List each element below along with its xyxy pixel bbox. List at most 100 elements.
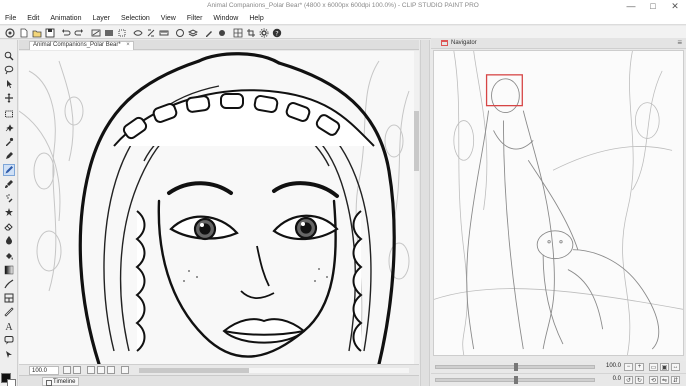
redo-icon[interactable]: [73, 27, 84, 38]
fill-bucket-icon[interactable]: [3, 250, 15, 262]
canvas-tab-label: Animal Companions_Polar Bear*: [33, 42, 121, 48]
navigator-header: Navigator ≡: [431, 38, 686, 49]
canvas-view[interactable]: [19, 51, 419, 364]
reset-view-button[interactable]: [121, 366, 129, 374]
fit-icon[interactable]: ▭: [649, 363, 658, 371]
transform-icon[interactable]: [116, 27, 127, 38]
canvas-status-bar: 100.0: [19, 364, 419, 375]
timeline-tab[interactable]: Timeline: [42, 377, 80, 386]
menu-bar: File Edit Animation Layer Selection View…: [0, 12, 686, 25]
navigator-icon: [441, 40, 448, 46]
zoom-in-button[interactable]: [73, 366, 81, 374]
rotate-right-button[interactable]: [97, 366, 105, 374]
navigator-thumbnail[interactable]: [434, 51, 683, 355]
menu-selection[interactable]: Selection: [121, 15, 150, 22]
save-icon[interactable]: [44, 27, 55, 38]
figure-icon[interactable]: [3, 278, 15, 290]
ruler-tool-icon[interactable]: [3, 306, 15, 318]
pen-icon[interactable]: [3, 150, 15, 162]
window-title: Animal Companions_Polar Bear* (4800 x 60…: [207, 2, 479, 9]
move-layer-icon[interactable]: [3, 92, 15, 104]
crop-icon[interactable]: [245, 27, 256, 38]
selection-icon[interactable]: [3, 108, 15, 120]
close-icon[interactable]: ×: [126, 42, 130, 48]
maximize-button[interactable]: □: [642, 0, 664, 12]
minimize-button[interactable]: —: [620, 0, 642, 12]
correct-line-icon[interactable]: [3, 348, 15, 360]
pencil-icon[interactable]: [3, 164, 15, 176]
close-window-button[interactable]: ✕: [664, 0, 686, 12]
scroll-thumb[interactable]: [139, 368, 249, 373]
menu-animation[interactable]: Animation: [50, 15, 81, 22]
zoom-out-button[interactable]: [63, 366, 71, 374]
canvas-tab[interactable]: Animal Companions_Polar Bear* ×: [29, 41, 134, 50]
brush-icon[interactable]: [3, 178, 15, 190]
rotate-left-button[interactable]: [87, 366, 95, 374]
clear-icon[interactable]: [90, 27, 101, 38]
flip-button[interactable]: [107, 366, 115, 374]
settings-icon[interactable]: [258, 27, 269, 38]
vertical-scrollbar[interactable]: [414, 51, 419, 364]
eraser-icon[interactable]: [3, 220, 15, 232]
clip-studio-icon[interactable]: [4, 27, 15, 38]
flip-vertical-icon[interactable]: ⇵: [671, 376, 680, 384]
flip-horizontal-icon[interactable]: ⇋: [660, 376, 669, 384]
text-icon[interactable]: A: [3, 320, 15, 332]
panel-menu-icon[interactable]: ≡: [677, 38, 682, 47]
menu-edit[interactable]: Edit: [27, 15, 39, 22]
panel-divider[interactable]: [420, 40, 430, 386]
lasso-icon[interactable]: [3, 64, 15, 76]
undo-icon[interactable]: [60, 27, 71, 38]
balloon-icon[interactable]: [3, 334, 15, 346]
slider-knob[interactable]: [514, 363, 518, 371]
canvas-artwork[interactable]: [19, 51, 419, 364]
snap-icon[interactable]: [145, 27, 156, 38]
layer-icon[interactable]: [187, 27, 198, 38]
tool-palette: A: [0, 40, 18, 386]
zoom-slider[interactable]: [435, 363, 595, 371]
hide-selection-icon[interactable]: [132, 27, 143, 38]
auto-select-icon[interactable]: [3, 122, 15, 134]
rotation-slider[interactable]: [435, 376, 595, 384]
grid-icon[interactable]: [232, 27, 243, 38]
zoom-out-icon[interactable]: −: [624, 363, 633, 371]
menu-help[interactable]: Help: [249, 15, 263, 22]
rotate-right-icon[interactable]: ↻: [635, 376, 644, 384]
menu-layer[interactable]: Layer: [92, 15, 110, 22]
rotate-left-icon[interactable]: ↺: [624, 376, 633, 384]
scroll-thumb[interactable]: [414, 111, 419, 171]
navigator-preview[interactable]: [433, 50, 684, 356]
frame-icon[interactable]: [3, 292, 15, 304]
blend-icon[interactable]: [3, 234, 15, 246]
slider-knob[interactable]: [514, 376, 518, 384]
sub-color-chip[interactable]: [7, 379, 16, 386]
menu-file[interactable]: File: [5, 15, 16, 22]
new-icon[interactable]: [18, 27, 29, 38]
eyedropper-icon[interactable]: [3, 136, 15, 148]
zoom-icon[interactable]: [3, 50, 15, 62]
help-icon[interactable]: ?: [271, 27, 282, 38]
reset-rotation-icon[interactable]: ⟲: [649, 376, 658, 384]
filter-mask-icon[interactable]: [174, 27, 185, 38]
zoom-in-icon[interactable]: +: [635, 363, 644, 371]
horizontal-scrollbar[interactable]: [139, 368, 409, 373]
reference-icon[interactable]: [216, 27, 227, 38]
ruler-icon[interactable]: [158, 27, 169, 38]
fill-icon[interactable]: [103, 27, 114, 38]
timeline-bar: Timeline: [19, 375, 419, 386]
airbrush-icon[interactable]: [3, 192, 15, 204]
draft-icon[interactable]: [203, 27, 214, 38]
open-icon[interactable]: [31, 27, 42, 38]
gradient-icon[interactable]: [3, 264, 15, 276]
menu-view[interactable]: View: [161, 15, 176, 22]
menu-filter[interactable]: Filter: [187, 15, 203, 22]
actual-size-icon[interactable]: ▣: [660, 363, 669, 371]
decoration-icon[interactable]: [3, 206, 15, 218]
operation-icon[interactable]: [3, 78, 15, 90]
menu-window[interactable]: Window: [213, 15, 238, 22]
fit-width-icon[interactable]: ↔: [671, 363, 680, 371]
zoom-field[interactable]: 100.0: [29, 366, 59, 375]
svg-text:?: ?: [275, 29, 278, 37]
svg-text:A: A: [5, 322, 13, 331]
canvas-tab-bar: Animal Companions_Polar Bear* ×: [19, 40, 419, 50]
